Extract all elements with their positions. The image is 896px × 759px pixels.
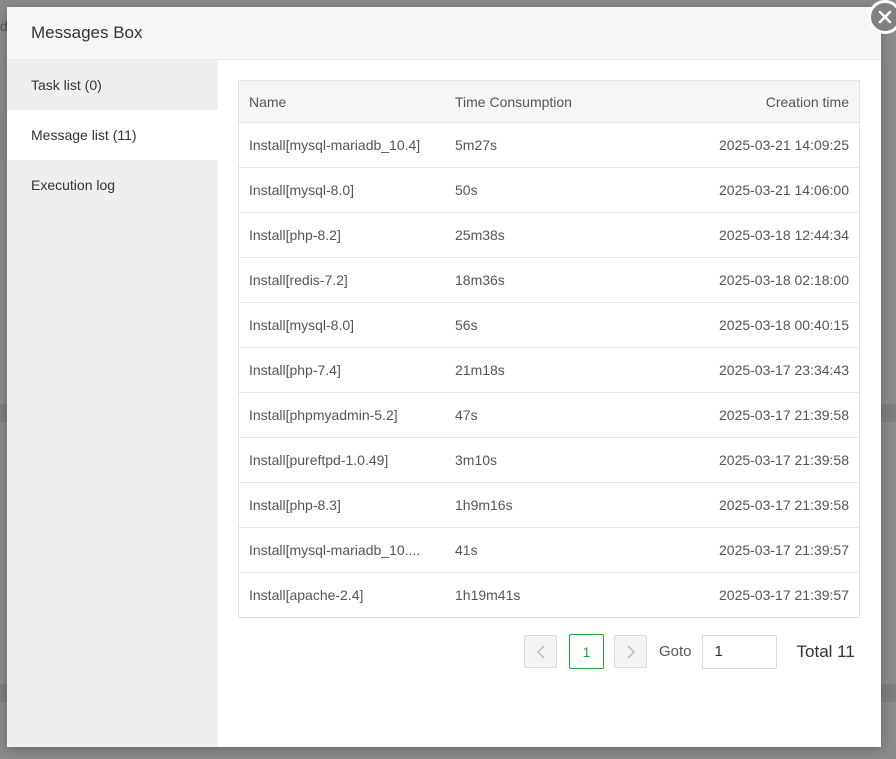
next-page-button[interactable] [614, 635, 647, 668]
message-list-panel: Name Time Consumption Creation time Inst… [238, 80, 860, 669]
cell-time-consumption: 1h19m41s [455, 587, 521, 603]
column-header-creation-time: Creation time [645, 80, 860, 123]
cell-name: Install[pureftpd-1.0.49] [238, 437, 445, 483]
messages-box-dialog: Messages Box Task list (0) Message list … [7, 0, 896, 747]
prev-page-button[interactable] [524, 635, 557, 668]
table-row: Install[mysql-mariadb_10.... 41s 2025-03-1… [238, 527, 860, 573]
cell-creation-time: 2025-03-17 21:39:57 [645, 527, 860, 573]
cell-name: Install[php-7.4] [238, 347, 445, 393]
column-header-time-consumption: Time Consumption [445, 80, 645, 123]
table-row: Install[php-8.2] 25m38s 2025-03-18 12:44:3… [238, 212, 860, 258]
cell-creation-time: 2025-03-18 00:40:15 [645, 302, 860, 348]
table-row: Install[phpmyadmin-5.2] 47s 2025-03-17 21:… [238, 392, 860, 438]
cell-name: Install[mysql-8.0] [238, 167, 445, 213]
dialog-header: Messages Box [7, 7, 881, 60]
cell-time-consumption: 47s [445, 392, 645, 438]
table-row: Install[php-8.3] 1h9m16s 2025-03-17 21:39:… [238, 482, 860, 528]
cell-name: Install[php-8.3] [238, 482, 445, 528]
table-row: Install[mysql-mariadb_10.4] 5m27s 2025-03-… [238, 122, 860, 168]
cell-creation-time: 2025-03-18 02:18:00 [645, 257, 860, 303]
close-icon [878, 10, 892, 24]
cell-name: Install[mysql-8.0] [238, 302, 445, 348]
cell-time-consumption: 1h9m16s [445, 482, 645, 528]
table-header-row: Name Time Consumption Creation time [238, 80, 860, 123]
sidebar-item-label: Message list (11) [31, 127, 137, 143]
table-row: Install[redis-7.2] 18m36s 2025-03-18 02:18… [238, 257, 860, 303]
column-header-name: Name [238, 80, 445, 123]
cell-name: Install[mysql-mariadb_10.... [238, 527, 445, 573]
chevron-right-icon [626, 644, 635, 659]
cell-time-consumption: 18m36s [445, 257, 645, 303]
sidebar: Task list (0) Message list (11) Executio… [7, 60, 218, 747]
cell-creation-time: 2025-03-17 23:34:43 [645, 347, 860, 393]
cell-name: Install[redis-7.2] [238, 257, 445, 303]
table-row: Install[mysql-8.0] 56s 2025-03-18 00:40:15 [238, 302, 860, 348]
cell-name: Install[mysql-mariadb_10.4] [238, 122, 445, 168]
table-row: Install[php-7.4] 21m18s 2025-03-17 23:34:4… [238, 347, 860, 393]
cell-name: Install[phpmyadmin-5.2] [238, 392, 445, 438]
page-number-button[interactable]: 1 [569, 634, 604, 669]
table-row: Install[pureftpd-1.0.49] 3m10s 2025-03-17 … [238, 437, 860, 483]
close-button[interactable] [868, 0, 896, 34]
sidebar-item-label: Task list (0) [31, 77, 102, 93]
chevron-left-icon [536, 644, 545, 659]
goto-label: Goto [659, 643, 692, 660]
sidebar-item-label: Execution log [31, 177, 116, 193]
cell-time-consumption: 25m38s [445, 212, 645, 258]
cell-name: Install[apache-2.4] [249, 587, 364, 603]
cell-creation-time: 2025-03-17 21:39:58 [645, 392, 860, 438]
cell-time-consumption: 50s [445, 167, 645, 213]
cell-creation-time: 2025-03-21 14:09:25 [645, 122, 860, 168]
table-row: Install[apache-2.4] 1h19m41s 2025-03-17 21… [239, 573, 860, 618]
sidebar-item-execution-log[interactable]: Execution log [7, 160, 218, 210]
sidebar-item-task-list[interactable]: Task list (0) [7, 60, 218, 110]
cell-creation-time: 2025-03-17 21:39:58 [645, 482, 860, 528]
cell-time-consumption: 21m18s [445, 347, 645, 393]
cell-name: Install[php-8.2] [238, 212, 445, 258]
cell-creation-time: 2025-03-17 21:39:58 [645, 437, 860, 483]
sidebar-item-message-list[interactable]: Message list (11) [7, 110, 218, 160]
goto-page-input[interactable] [701, 634, 777, 669]
cell-time-consumption: 56s [445, 302, 645, 348]
dialog-title: Messages Box [31, 23, 143, 42]
message-table: Name Time Consumption Creation time Inst… [238, 80, 860, 618]
cell-time-consumption: 41s [445, 527, 645, 573]
pagination: 1 Goto Total 11 [524, 634, 855, 669]
cell-creation-time: 2025-03-17 21:39:57 [719, 587, 849, 603]
cell-time-consumption: 3m10s [445, 437, 645, 483]
cell-creation-time: 2025-03-21 14:06:00 [645, 167, 860, 213]
total-count: Total 11 [796, 641, 855, 661]
table-row: Install[mysql-8.0] 50s 2025-03-21 14:06:00 [238, 167, 860, 213]
cell-time-consumption: 5m27s [445, 122, 645, 168]
cell-creation-time: 2025-03-18 12:44:34 [645, 212, 860, 258]
